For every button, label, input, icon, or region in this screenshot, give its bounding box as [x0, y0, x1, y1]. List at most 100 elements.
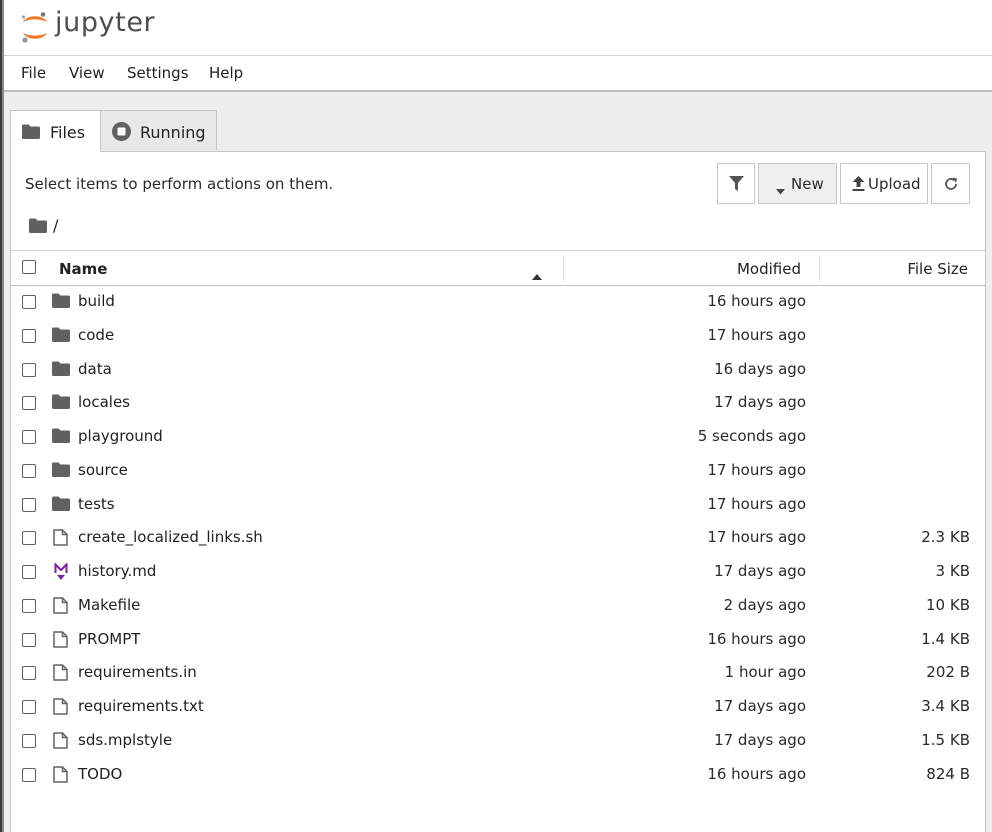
- upload-button[interactable]: Upload: [840, 163, 928, 204]
- file-row[interactable]: TODO 16 hours ago 824 B: [11, 758, 985, 792]
- breadcrumb-separator: /: [53, 216, 59, 235]
- file-modified: 17 days ago: [714, 393, 806, 412]
- folder-icon: [52, 361, 70, 380]
- file-icon: [53, 664, 68, 685]
- menu-help[interactable]: Help: [209, 64, 243, 82]
- file-name[interactable]: data: [78, 360, 112, 378]
- filter-button[interactable]: [717, 163, 755, 204]
- row-checkbox[interactable]: [22, 666, 36, 681]
- new-button[interactable]: New: [758, 163, 837, 204]
- file-modified: 5 seconds ago: [697, 427, 806, 445]
- file-modified: 17 hours ago: [707, 494, 806, 513]
- app-logo-text: jupyter: [55, 7, 156, 38]
- file-modified: 17 hours ago: [707, 325, 806, 344]
- tab-files-label: Files: [50, 123, 86, 142]
- row-checkbox[interactable]: [22, 430, 36, 444]
- row-checkbox[interactable]: [22, 767, 36, 782]
- file-name[interactable]: tests: [78, 495, 115, 513]
- file-row[interactable]: create_localized_links.sh 17 hours ago 2.3…: [11, 521, 985, 555]
- column-name-header[interactable]: Name: [59, 260, 107, 278]
- file-row[interactable]: requirements.txt 17 days ago 3.4 KB: [11, 690, 985, 724]
- tab-files[interactable]: Files: [10, 110, 101, 152]
- row-checkbox[interactable]: [22, 328, 36, 343]
- row-checkbox[interactable]: [22, 497, 36, 512]
- file-name[interactable]: Makefile: [78, 596, 140, 614]
- file-icon: [53, 765, 68, 787]
- file-name[interactable]: locales: [78, 393, 130, 411]
- jupyter-logo-icon: [21, 12, 47, 43]
- file-icon: [53, 630, 68, 652]
- row-checkbox[interactable]: [22, 295, 36, 309]
- file-modified: 16 days ago: [714, 359, 806, 378]
- file-row[interactable]: PROMPT 16 hours ago 1.4 KB: [11, 623, 985, 657]
- file-name[interactable]: code: [78, 326, 114, 344]
- tab-running[interactable]: Running: [100, 110, 217, 150]
- menu-file[interactable]: File: [21, 64, 46, 82]
- file-list-header: Name Modified File Size: [11, 250, 985, 286]
- filter-icon: [729, 176, 744, 195]
- file-row[interactable]: source 17 hours ago: [11, 454, 985, 488]
- file-row[interactable]: build 16 hours ago: [11, 285, 985, 319]
- column-size-header[interactable]: File Size: [907, 260, 968, 278]
- file-row[interactable]: tests 17 hours ago: [11, 488, 985, 522]
- folder-icon: [52, 394, 70, 413]
- refresh-icon: [943, 176, 959, 196]
- refresh-button[interactable]: [931, 163, 970, 204]
- folder-icon: [52, 462, 70, 481]
- file-icon: [53, 732, 68, 753]
- row-checkbox[interactable]: [22, 531, 36, 546]
- folder-icon: [52, 496, 70, 515]
- breadcrumb-home[interactable]: [29, 218, 47, 237]
- file-row[interactable]: requirements.in 1 hour ago 202 B: [11, 656, 985, 690]
- file-modified: 17 days ago: [714, 697, 806, 715]
- file-name[interactable]: requirements.txt: [78, 697, 204, 715]
- column-divider: [563, 255, 564, 281]
- upload-icon: [852, 176, 865, 195]
- top-bar: jupyter: [4, 0, 992, 56]
- file-name[interactable]: PROMPT: [78, 630, 140, 648]
- row-checkbox[interactable]: [22, 700, 36, 714]
- file-name[interactable]: sds.mplstyle: [78, 731, 172, 749]
- row-checkbox[interactable]: [22, 362, 36, 377]
- row-checkbox[interactable]: [22, 463, 36, 478]
- file-size: 2.3 KB: [921, 528, 970, 547]
- menu-settings[interactable]: Settings: [127, 64, 189, 82]
- column-modified-header[interactable]: Modified: [737, 260, 801, 278]
- file-row[interactable]: playground 5 seconds ago: [11, 420, 985, 454]
- row-checkbox[interactable]: [22, 598, 36, 613]
- file-name[interactable]: playground: [78, 427, 163, 445]
- upload-button-label: Upload: [868, 175, 921, 193]
- file-row[interactable]: sds.mplstyle 17 days ago 1.5 KB: [11, 724, 985, 758]
- file-size: 202 B: [926, 663, 970, 682]
- file-name[interactable]: source: [78, 461, 128, 479]
- new-button-label: New: [791, 175, 824, 193]
- file-row[interactable]: code 17 hours ago: [11, 319, 985, 353]
- folder-icon: [29, 218, 47, 237]
- file-name[interactable]: TODO: [78, 765, 122, 783]
- file-size: 3.4 KB: [921, 697, 970, 715]
- row-checkbox[interactable]: [22, 565, 36, 579]
- select-all-checkbox[interactable]: [22, 260, 36, 274]
- folder-icon: [52, 327, 70, 346]
- row-checkbox[interactable]: [22, 733, 36, 748]
- file-row[interactable]: locales 17 days ago: [11, 386, 985, 420]
- file-name[interactable]: requirements.in: [78, 663, 197, 681]
- folder-icon: [52, 428, 70, 447]
- file-row[interactable]: history.md 17 days ago 3 KB: [11, 555, 985, 589]
- file-row[interactable]: Makefile 2 days ago 10 KB: [11, 589, 985, 623]
- stop-circle-icon: [112, 122, 131, 145]
- file-size: 1.5 KB: [921, 730, 970, 749]
- file-name[interactable]: history.md: [78, 562, 156, 580]
- row-checkbox[interactable]: [22, 632, 36, 647]
- file-name[interactable]: build: [78, 292, 115, 310]
- menu-view[interactable]: View: [69, 64, 105, 82]
- row-checkbox[interactable]: [22, 396, 36, 411]
- menu-bar: File View Settings Help: [4, 56, 992, 92]
- file-row[interactable]: data 16 days ago: [11, 353, 985, 387]
- file-icon: [53, 698, 68, 719]
- file-name[interactable]: create_localized_links.sh: [78, 528, 263, 546]
- file-size: 3 KB: [935, 562, 970, 580]
- file-icon: [53, 597, 68, 618]
- file-icon: [53, 529, 68, 550]
- sort-ascending-icon: [532, 265, 542, 284]
